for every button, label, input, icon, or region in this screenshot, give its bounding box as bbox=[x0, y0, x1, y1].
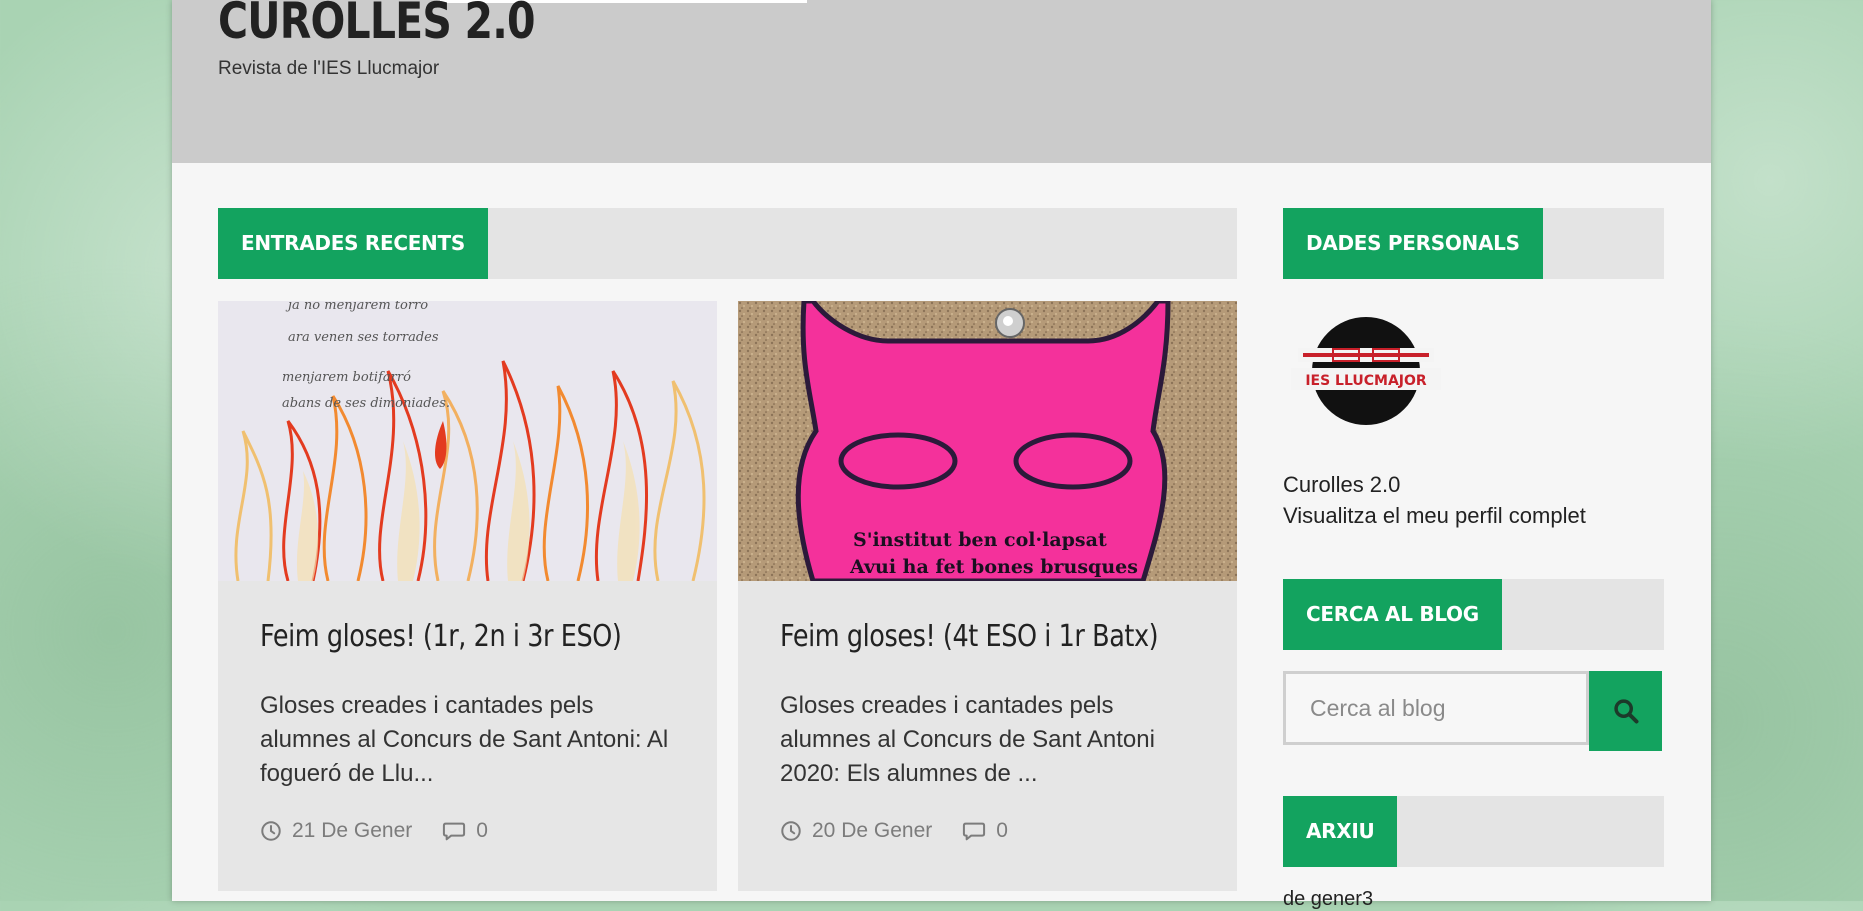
image-text-line: Avui ha fet bones brusques bbox=[849, 556, 1138, 578]
view-profile-link[interactable]: Visualitza el meu perfil complet bbox=[1283, 503, 1586, 529]
image-text-line: ja no menjarem torro bbox=[285, 301, 428, 313]
archive-item[interactable]: de gener3 bbox=[1283, 888, 1373, 911]
post-date: 20 De Gener bbox=[812, 819, 933, 842]
post-excerpt: Gloses creades i cantades pels alumnes a… bbox=[260, 692, 669, 787]
search-box bbox=[1283, 671, 1590, 745]
comment-count[interactable]: 0 bbox=[996, 819, 1008, 843]
profile-logo[interactable]: IES LLUCMAJOR bbox=[1283, 308, 1449, 448]
image-text-line: S'institut ben col·lapsat bbox=[853, 529, 1107, 551]
comment-count[interactable]: 0 bbox=[476, 819, 488, 843]
archive-widget-title: ARXIU bbox=[1283, 796, 1398, 867]
post-thumbnail[interactable]: S'institut ben col·lapsat Avui ha fet bo… bbox=[738, 301, 1237, 581]
image-text-line: abans de ses dimoniades. bbox=[282, 396, 450, 411]
post-excerpt: Gloses creades i cantades pels alumnes a… bbox=[780, 692, 1155, 787]
post-meta: 21 De Gener 0 bbox=[260, 819, 488, 843]
flames-drawing-image: ja no menjarem torro ara venen ses torra… bbox=[218, 301, 717, 581]
post-meta: 20 De Gener 0 bbox=[780, 819, 1008, 843]
recent-posts-title: ENTRADES RECENTS bbox=[218, 208, 488, 279]
logo-text: IES LLUCMAJOR bbox=[1305, 373, 1427, 389]
search-widget-header: CERCA AL BLOG bbox=[1283, 579, 1664, 650]
profile-widget-title: DADES PERSONALS bbox=[1283, 208, 1543, 279]
profile-widget-header: DADES PERSONALS bbox=[1283, 208, 1664, 279]
site-header: CUROLLES 2.0 Revista de l'IES Llucmajor bbox=[172, 0, 1711, 163]
search-icon bbox=[1613, 699, 1638, 724]
school-logo-image: IES LLUCMAJOR bbox=[1291, 317, 1441, 425]
recent-posts-header: ENTRADES RECENTS bbox=[218, 208, 1237, 279]
post-thumbnail[interactable]: ja no menjarem torro ara venen ses torra… bbox=[218, 301, 717, 581]
post-card[interactable]: ja no menjarem torro ara venen ses torra… bbox=[218, 301, 717, 891]
site-title[interactable]: CUROLLES 2.0 bbox=[218, 0, 535, 50]
archive-widget-header: ARXIU bbox=[1283, 796, 1664, 867]
pink-mask-image: S'institut ben col·lapsat Avui ha fet bo… bbox=[738, 301, 1237, 581]
profile-name[interactable]: Curolles 2.0 bbox=[1283, 472, 1400, 498]
post-title[interactable]: Feim gloses! (4t ESO i 1r Batx) bbox=[780, 619, 1159, 654]
comment-icon[interactable] bbox=[962, 820, 986, 842]
image-text-line: menjarem botifarró bbox=[282, 370, 411, 385]
search-input[interactable] bbox=[1286, 674, 1590, 742]
page-container: CUROLLES 2.0 Revista de l'IES Llucmajor … bbox=[172, 0, 1711, 910]
clock-icon bbox=[261, 821, 281, 841]
clock-icon bbox=[781, 821, 801, 841]
search-widget-title: CERCA AL BLOG bbox=[1283, 579, 1502, 650]
site-description: Revista de l'IES Llucmajor bbox=[218, 58, 440, 79]
comment-icon[interactable] bbox=[442, 820, 466, 842]
search-button[interactable] bbox=[1589, 671, 1662, 751]
post-title[interactable]: Feim gloses! (1r, 2n i 3r ESO) bbox=[260, 619, 622, 654]
image-text-line: ara venen ses torrades bbox=[288, 330, 439, 345]
post-date: 21 De Gener bbox=[292, 819, 413, 842]
post-card[interactable]: S'institut ben col·lapsat Avui ha fet bo… bbox=[738, 301, 1237, 891]
